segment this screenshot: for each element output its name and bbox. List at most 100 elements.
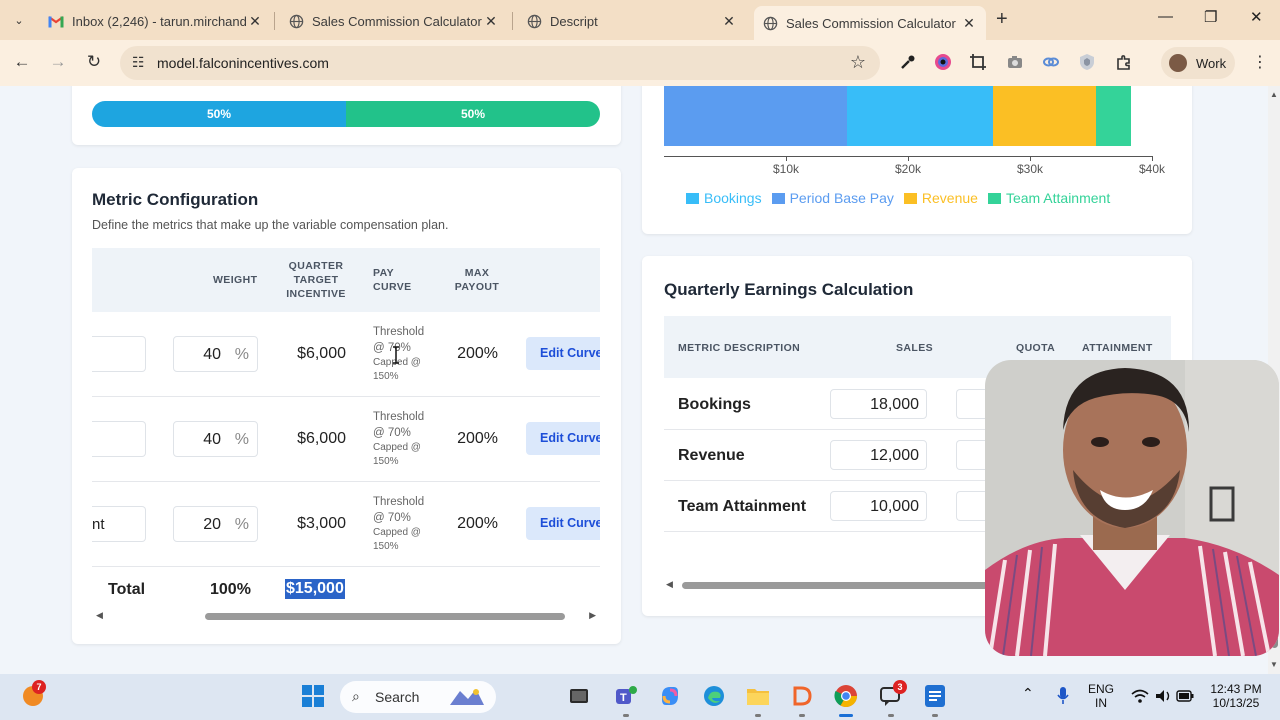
edit-curve-button[interactable]: Edit Curve	[526, 337, 600, 370]
arrow-right-icon: →	[49, 52, 67, 71]
scroll-left-icon[interactable]: ◀	[96, 610, 103, 621]
taskbar-search[interactable]: ⌕ Search	[340, 681, 496, 713]
avatar	[1169, 54, 1187, 72]
teams-icon[interactable]: T	[613, 683, 639, 709]
reload-icon: ↻	[86, 52, 102, 71]
color-picker-icon[interactable]	[933, 53, 953, 73]
browser-toolbar: ← → ↻ ☷ model.falconincentives.com ☆ Wor…	[0, 40, 1280, 86]
header-pay-curve: PAY CURVE	[373, 267, 412, 293]
weight-input[interactable]: 40 %	[173, 336, 258, 372]
forward-button[interactable]: →	[47, 52, 69, 72]
scroll-left-icon[interactable]: ◀	[666, 579, 673, 590]
weight-input[interactable]: 20 %	[173, 506, 258, 542]
legend-item[interactable]: Period Base Pay	[771, 190, 894, 206]
table-row: 40 % $6,000 Threshold @ 70% Capped @ 150…	[92, 397, 600, 482]
tab-title: Sales Commission Calculator	[786, 15, 956, 31]
edge-icon[interactable]	[701, 683, 727, 709]
sales-input[interactable]: 12,000	[830, 440, 927, 470]
metric-name: Bookings	[678, 396, 751, 413]
x-tick	[786, 156, 787, 161]
office-doc-icon[interactable]	[922, 683, 948, 709]
metric-name-input[interactable]	[92, 421, 146, 457]
minimize-button[interactable]: —	[1158, 8, 1173, 25]
earnings-chart-card: $10k $20k $30k $40k Bookings Period Base Pay R…	[642, 86, 1192, 234]
close-icon[interactable]: ✕	[720, 13, 738, 30]
file-explorer-icon[interactable]	[745, 683, 771, 709]
search-icon: ⌕	[352, 688, 360, 704]
globe-icon	[288, 13, 304, 29]
legend-item[interactable]: Team Attainment	[987, 190, 1110, 206]
plus-icon: +	[996, 8, 1008, 30]
horizontal-scrollbar[interactable]: ◀ ▶	[96, 609, 596, 623]
close-icon[interactable]: ✕	[960, 15, 978, 32]
metric-name-input[interactable]: nt	[92, 506, 146, 542]
extensions-puzzle-icon[interactable]	[1114, 53, 1134, 73]
reload-button[interactable]: ↻	[83, 52, 105, 72]
scroll-up-icon[interactable]: ▲	[1270, 90, 1278, 99]
sales-input[interactable]: 10,000	[830, 491, 927, 521]
system-clock[interactable]: 12:43 PM 10/13/25	[1204, 682, 1268, 710]
battery-icon[interactable]	[1172, 683, 1198, 709]
scrollbar-thumb[interactable]	[205, 613, 565, 620]
threshold-text: Threshold @ 70%	[373, 411, 425, 439]
legend-item[interactable]: Revenue	[903, 190, 978, 206]
table-header: WEIGHT QUARTER TARGET INCENTIVE PAY CURV…	[92, 248, 600, 312]
tab-descript[interactable]: Descript ✕	[518, 6, 746, 36]
scroll-down-icon[interactable]: ▼	[1270, 660, 1278, 669]
percent-suffix: %	[234, 346, 249, 363]
x-tick-label: $40k	[1138, 162, 1166, 176]
windows-taskbar: 7 ⌕ Search T 3 ⌃ ENG IN 12:43 PM 10/13/2…	[0, 674, 1280, 720]
descript-app-icon[interactable]	[789, 683, 815, 709]
text-cursor-icon	[391, 346, 401, 364]
tab-gmail[interactable]: Inbox (2,246) - tarun.mirchandani ✕	[40, 6, 272, 36]
scrollbar-thumb[interactable]	[682, 582, 992, 589]
edit-curve-button[interactable]: Edit Curve	[526, 422, 600, 455]
task-view-icon[interactable]	[566, 683, 592, 709]
copilot-icon[interactable]	[657, 683, 683, 709]
site-info-icon[interactable]: ☷	[132, 54, 145, 71]
chevron-up-icon[interactable]: ⌃	[1022, 686, 1034, 700]
camera-icon[interactable]	[1005, 53, 1025, 73]
header-metric-description: METRIC DESCRIPTION	[678, 342, 801, 354]
close-window-button[interactable]: ✕	[1250, 8, 1263, 26]
new-tab-button[interactable]: +	[996, 8, 1008, 31]
url-text[interactable]: model.falconincentives.com	[157, 55, 329, 71]
legend-item[interactable]: Bookings	[686, 190, 762, 206]
microphone-icon[interactable]	[1050, 683, 1076, 709]
legend-label: Revenue	[921, 190, 978, 206]
back-button[interactable]: ←	[11, 52, 33, 72]
weight-value: 20	[203, 516, 221, 533]
clock-time: 12:43 PM	[1210, 682, 1262, 696]
pay-curve-summary: Threshold @ 70% Capped @ 150%	[373, 324, 435, 384]
bar-segment-period-base-pay	[664, 86, 847, 146]
address-bar[interactable]: ☷ model.falconincentives.com ☆	[120, 46, 880, 80]
split-bar-right: 50%	[346, 101, 600, 127]
globe-icon	[526, 13, 542, 29]
metric-name-input[interactable]	[92, 336, 146, 372]
chrome-icon[interactable]	[833, 683, 859, 709]
tab-sales-commission-active[interactable]: Sales Commission Calculator ✕	[754, 6, 986, 40]
sales-input[interactable]: 18,000	[830, 389, 927, 419]
total-target-incentive[interactable]: $15,000	[285, 579, 345, 599]
weight-input[interactable]: 40 %	[173, 421, 258, 457]
profile-button[interactable]: Work	[1161, 47, 1235, 79]
screenshot-crop-icon[interactable]	[968, 53, 988, 73]
tab-sales-commission-1[interactable]: Sales Commission Calculator ✕	[280, 6, 508, 36]
notification-badge: 7	[32, 680, 46, 694]
close-icon[interactable]: ✕	[246, 13, 264, 30]
close-icon[interactable]: ✕	[482, 13, 500, 30]
restore-button[interactable]: ❐	[1204, 8, 1217, 26]
windows-start-icon[interactable]	[300, 683, 326, 709]
eyedropper-icon[interactable]	[898, 53, 918, 73]
language-indicator[interactable]: ENG IN	[1086, 682, 1116, 710]
more-menu-icon[interactable]: ⋮	[1252, 52, 1268, 72]
scroll-right-icon[interactable]: ▶	[589, 610, 596, 621]
tab-strip: ⌄ Inbox (2,246) - tarun.mirchandani ✕ Sa…	[0, 0, 1280, 40]
x-tick	[908, 156, 909, 161]
shield-icon[interactable]	[1077, 53, 1097, 73]
bookmark-star-icon[interactable]: ☆	[850, 52, 866, 73]
edit-curve-button[interactable]: Edit Curve	[526, 507, 600, 540]
legend-label: Bookings	[704, 190, 762, 206]
tab-search-button[interactable]: ⌄	[6, 8, 32, 32]
link-extension-icon[interactable]	[1041, 53, 1061, 73]
